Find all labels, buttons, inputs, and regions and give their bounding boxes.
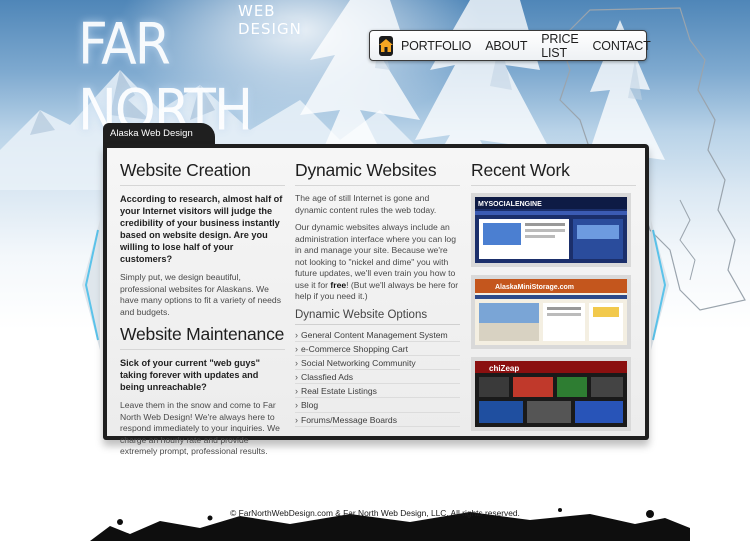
main-nav: PORTFOLIO ABOUT PRICE LIST CONTACT [369,30,651,61]
nav-contact[interactable]: CONTACT [592,39,650,53]
mysocialengine-screenshot: MYSOCIALENGINE [475,197,627,263]
option-ecommerce[interactable]: e-Commerce Shopping Cart [295,342,460,356]
recent-work-heading: Recent Work [471,160,636,186]
column-services: Website Creation According to research, … [120,160,285,464]
content-panel: Website Creation According to research, … [103,144,649,456]
thumb-label-3: chiZeap [489,364,519,373]
nav-about[interactable]: ABOUT [485,39,527,53]
option-real-estate[interactable]: Real Estate Listings [295,384,460,399]
dynamic-options-list: General Content Management System e-Comm… [295,328,460,427]
alaskaministorage-screenshot: AlaskaMiniStorage.com [475,279,627,345]
chizeap-screenshot: chiZeap [475,361,627,427]
website-maintenance-body: Leave them in the snow and come to Far N… [120,400,280,456]
portfolio-thumb-mysocialengine[interactable]: MYSOCIALENGINE [471,193,631,267]
option-social[interactable]: Social Networking Community [295,356,460,371]
panel-tab: Alaska Web Design [103,123,215,145]
free-emphasis: free [330,279,347,290]
dynamic-intro: The age of still Internet is gone and dy… [295,193,437,215]
website-creation-lead: According to research, almost half of yo… [120,194,283,264]
portfolio-thumb-chizeap[interactable]: chiZeap [471,357,631,431]
website-maintenance-lead: Sick of your current "web guys" taking f… [120,358,260,392]
website-maintenance-heading: Website Maintenance [120,324,285,350]
option-classifieds[interactable]: Classfied Ads [295,370,460,385]
website-creation-heading: Website Creation [120,160,285,186]
footer-ink-splatter [90,508,690,541]
website-creation-body: Simply put, we design beautiful, profess… [120,272,281,317]
footer-copyright: © FarNorthWebDesign.com & Far North Web … [230,508,520,518]
portfolio-thumb-alaskaministorage[interactable]: AlaskaMiniStorage.com [471,275,631,349]
dynamic-options-heading: Dynamic Website Options [295,309,460,325]
home-button[interactable] [379,35,393,56]
column-dynamic: Dynamic Websites The age of still Intern… [295,160,460,427]
site-logo[interactable]: WEB DESIGN FAR NORTH [78,0,328,144]
column-recent-work: Recent Work MYSOCIALENGINE AlaskaMiniSto… [471,160,636,439]
option-cms[interactable]: General Content Management System [295,328,460,342]
nav-portfolio[interactable]: PORTFOLIO [401,39,471,53]
nav-price-list[interactable]: PRICE LIST [541,32,578,60]
option-blog[interactable]: Blog [295,398,460,413]
house-icon [379,39,393,52]
next-arrow[interactable] [651,220,671,350]
content-panel-inner: Website Creation According to research, … [107,148,645,456]
prev-arrow[interactable] [80,220,100,350]
dynamic-websites-heading: Dynamic Websites [295,160,460,186]
dynamic-description: Our dynamic websites always include an a… [295,222,460,303]
option-forums[interactable]: Forums/Message Boards [295,413,460,427]
thumb-label-1: MYSOCIALENGINE [478,201,542,208]
thumb-label-2: AlaskaMiniStorage.com [495,284,574,291]
